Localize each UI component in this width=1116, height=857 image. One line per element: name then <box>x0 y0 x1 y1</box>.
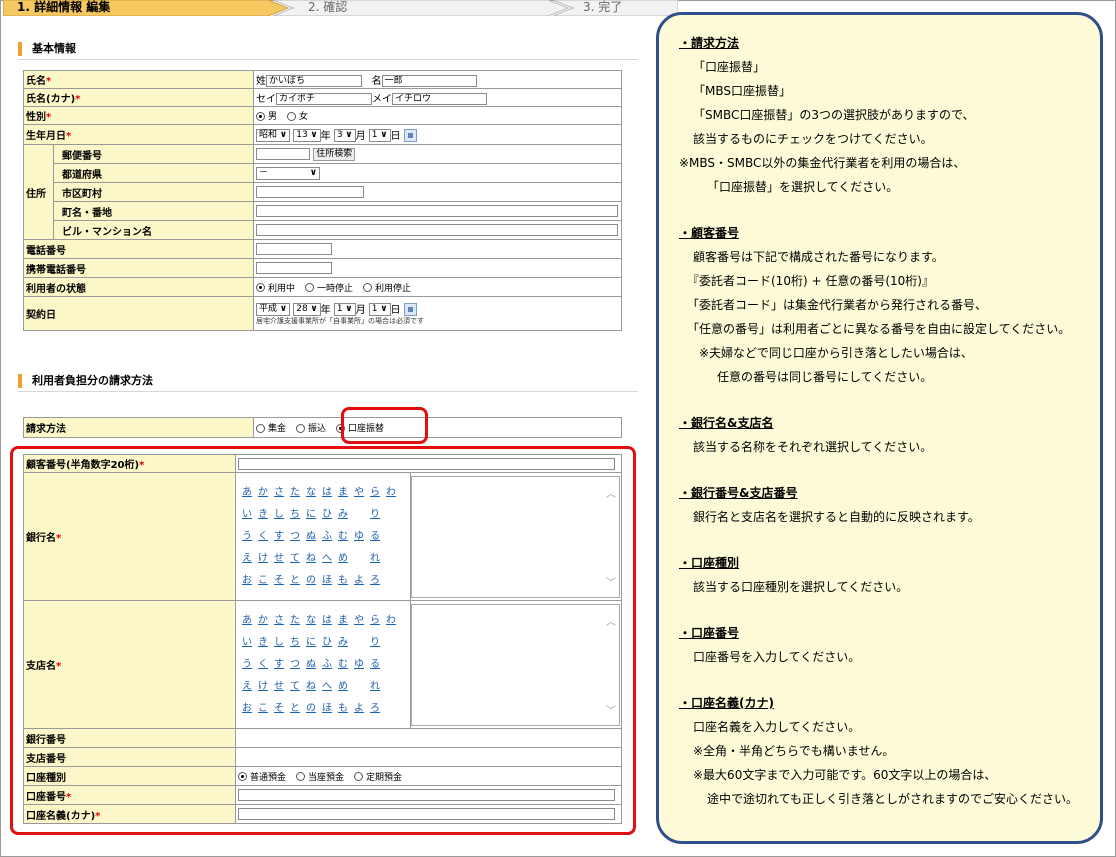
note-line: 途中で途切れても正しく引き落としがされますのでご安心ください。 <box>707 792 1079 806</box>
status-active-radio[interactable] <box>256 283 266 292</box>
city-input[interactable] <box>256 186 365 198</box>
note-heading: ・銀行名&支店名 <box>679 416 774 430</box>
note-line: 銀行名と支店名を選択すると自動的に反映されます。 <box>693 510 980 524</box>
building-label: ビル・マンション名 <box>52 220 255 240</box>
highlight-bank-area <box>10 446 636 835</box>
prefecture-select[interactable]: － <box>256 166 321 180</box>
method-collection-radio[interactable] <box>256 423 265 433</box>
note-line: ※全角・半角どちらでも構いません。 <box>693 744 895 758</box>
note-line: 「口座振替」 <box>693 60 766 74</box>
contract-label: 契約日 <box>22 296 255 331</box>
billing-method-table: 請求方法 集金 振込 口座振替 <box>23 417 622 438</box>
note-gap <box>679 599 1100 621</box>
note-line: 該当するものにチェックをつけてください。 <box>693 132 933 146</box>
note-line: 該当する名称をそれぞれ選択してください。 <box>693 440 933 454</box>
note-line: ※MBS・SMBC以外の集金代行業者を利用の場合は、 <box>679 156 966 170</box>
note-heading: ・口座番号 <box>679 626 740 640</box>
step-3: 3. 完了 <box>583 0 623 14</box>
progress-steps: 1. 詳細情報 編集 2. 確認 3. 完了 <box>3 0 678 16</box>
note-line: ※夫婦などで同じ口座から引き落としたい場合は、 <box>699 346 973 360</box>
note-line: 「口座振替」を選択してください。 <box>707 180 899 194</box>
contract-year-select[interactable]: 28 <box>293 303 321 317</box>
prefecture-label: 都道府県 <box>52 163 255 183</box>
section-basic-info: 基本情報 <box>18 38 638 60</box>
section-billing: 利用者負担分の請求方法 <box>18 370 638 392</box>
explanation-note: ・請求方法「口座振替」「MBS口座振替」「SMBC口座振替」の3つの選択肢があり… <box>656 12 1103 844</box>
birth-day-select[interactable]: 1 <box>368 129 391 143</box>
gender-female-radio[interactable] <box>287 111 297 121</box>
note-line: 口座名義を入力してください。 <box>693 720 861 734</box>
note-line: 顧客番号は下記で構成された番号になります。 <box>693 250 944 264</box>
billing-method-label: 請求方法 <box>23 417 254 438</box>
tel-input[interactable] <box>256 243 333 255</box>
postal-input[interactable] <box>256 148 311 160</box>
tel-label: 電話番号 <box>22 239 255 259</box>
mobile-label: 携帯電話番号 <box>22 258 255 278</box>
note-heading: ・口座名義(カナ) <box>679 696 774 710</box>
street-input[interactable] <box>256 205 619 217</box>
mobile-input[interactable] <box>256 262 333 274</box>
note-line: 「任意の番号」は利用者ごとに異なる番号を自由に設定してください。 <box>687 322 1071 336</box>
note-heading: ・請求方法 <box>679 36 740 50</box>
note-gap <box>679 529 1100 551</box>
note-heading: ・顧客番号 <box>679 226 740 240</box>
contract-month-select[interactable]: 1 <box>333 303 356 317</box>
kana-label: 氏名(カナ)* <box>22 88 255 107</box>
address-label: 住所 <box>23 144 54 240</box>
status-label: 利用者の状態 <box>22 277 255 297</box>
birth-year-select[interactable]: 13 <box>293 129 321 143</box>
contract-calendar-icon[interactable] <box>403 303 417 317</box>
gender-label: 性別* <box>22 106 255 125</box>
note-line: 「委託者コード」は集金代行業者から発行される番号、 <box>687 298 988 312</box>
note-line: 該当する口座種別を選択してください。 <box>693 580 909 594</box>
note-line: 「SMBC口座振替」の3つの選択肢がありますので、 <box>693 108 975 122</box>
highlight-debit-option <box>341 407 428 444</box>
note-gap <box>679 199 1100 221</box>
note-line: 任意の番号は同じ番号にしてください。 <box>717 370 933 384</box>
last-name-input[interactable]: かいぽち <box>266 75 363 87</box>
status-stopped-radio[interactable] <box>363 283 373 292</box>
method-transfer-radio[interactable] <box>296 423 306 433</box>
contract-note: 居宅介護支援事業所が「自事業所」の場合は必須です <box>256 317 425 326</box>
note-line: 『委託者コード(10桁) + 任意の番号(10桁)』 <box>687 274 934 288</box>
address-search-button[interactable]: 住所検索 <box>313 147 356 161</box>
status-paused-radio[interactable] <box>305 283 315 292</box>
note-gap <box>679 389 1100 411</box>
postal-label: 郵便番号 <box>52 144 255 164</box>
step-2: 2. 確認 <box>308 0 348 14</box>
gender-male-radio[interactable] <box>256 111 266 121</box>
first-name-input[interactable]: 一郎 <box>381 75 477 87</box>
birth-era-select[interactable]: 昭和 <box>256 129 291 143</box>
street-label: 町名・番地 <box>52 201 255 221</box>
basic-info-table: 氏名* 姓かいぽち 名一郎 氏名(カナ)* セイ カイポチ メイ イチロウ 性別* 男… <box>22 70 622 331</box>
note-line: ※最大60文字まで入力可能です。60文字以上の場合は、 <box>693 768 997 782</box>
name-label: 氏名* <box>22 70 255 89</box>
first-name-kana-input[interactable]: イチロウ <box>392 93 488 105</box>
note-line: 「MBS口座振替」 <box>693 84 791 98</box>
last-name-kana-input[interactable]: カイポチ <box>276 93 373 105</box>
contract-day-select[interactable]: 1 <box>368 303 391 317</box>
step-1: 1. 詳細情報 編集 <box>17 0 111 14</box>
contract-era-select[interactable]: 平成 <box>256 303 291 317</box>
building-input[interactable] <box>256 224 619 236</box>
calendar-icon[interactable] <box>403 129 417 143</box>
note-heading: ・銀行番号&支店番号 <box>679 486 798 500</box>
note-gap <box>679 669 1100 691</box>
note-gap <box>679 459 1100 481</box>
birth-label: 生年月日* <box>22 124 255 145</box>
birth-month-select[interactable]: 3 <box>333 129 356 143</box>
note-heading: ・口座種別 <box>679 556 740 570</box>
city-label: 市区町村 <box>52 182 255 202</box>
note-line: 口座番号を入力してください。 <box>693 650 861 664</box>
